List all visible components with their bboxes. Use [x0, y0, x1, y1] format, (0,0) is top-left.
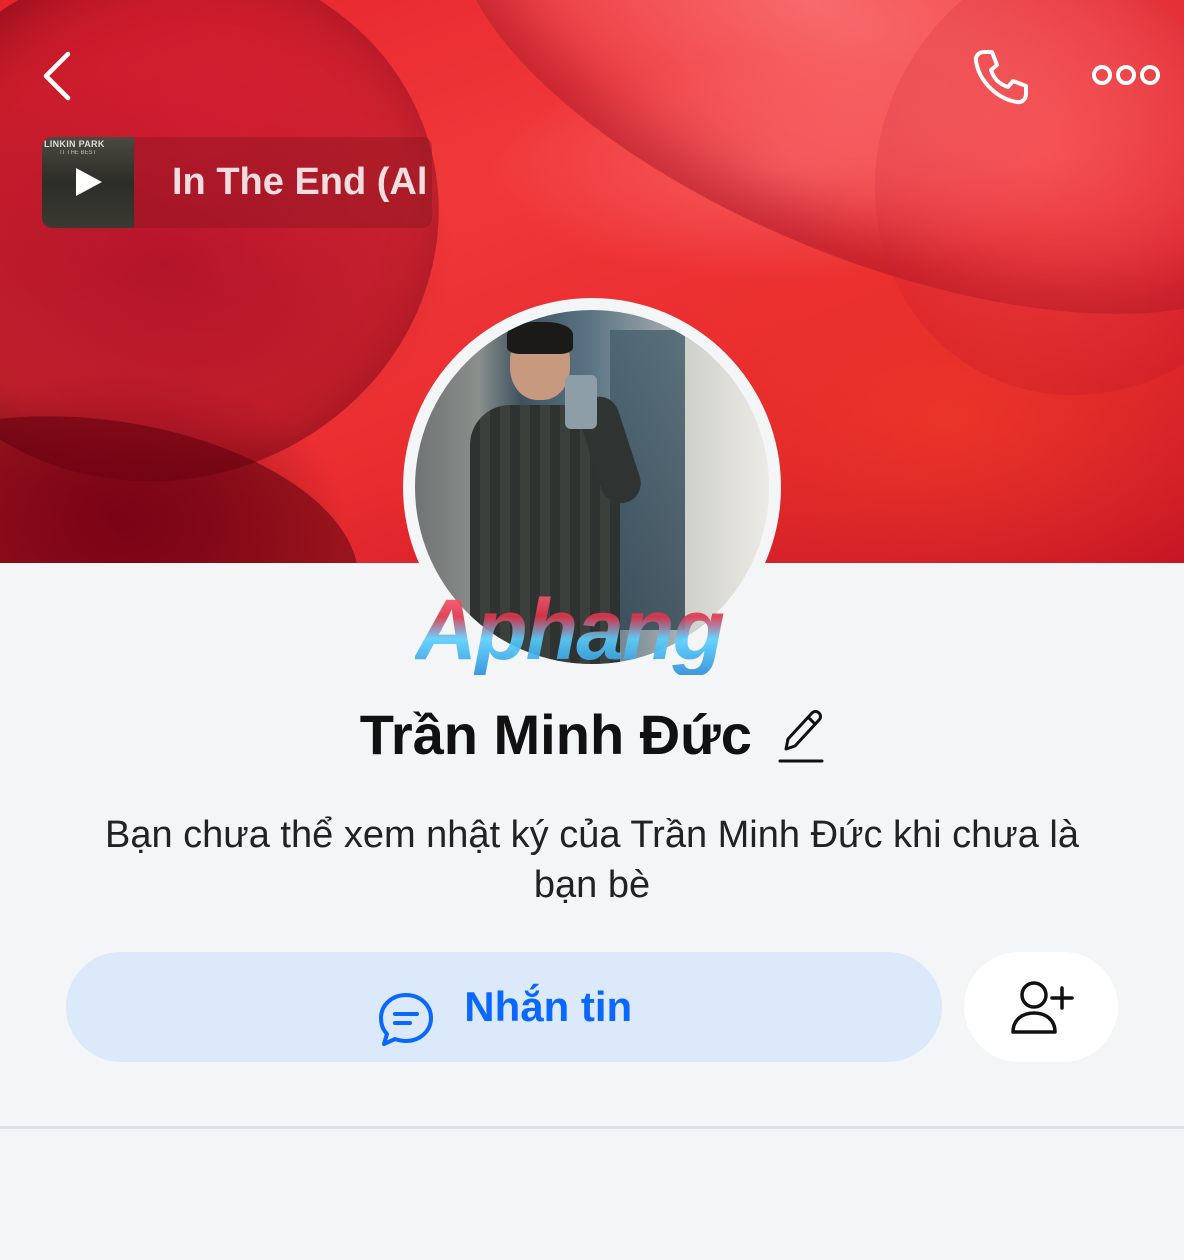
message-button[interactable]: Nhắn tin [66, 952, 942, 1062]
chevron-left-icon [43, 51, 71, 101]
profile-music[interactable]: LINKIN PARK IT THE BEST In The End (Al [42, 137, 432, 228]
avatar-person-hair [507, 322, 573, 354]
back-button[interactable] [38, 50, 78, 102]
play-icon[interactable] [72, 166, 104, 198]
edit-name-button[interactable] [776, 705, 824, 765]
more-options-button[interactable] [1090, 58, 1162, 92]
chat-bubble-icon [378, 992, 433, 1046]
privacy-notice: Bạn chưa thể xem nhật ký của Trần Minh Đ… [105, 814, 1079, 906]
song-title: In The End (Al [172, 161, 428, 203]
phone-icon [973, 50, 1028, 105]
pencil-icon [778, 710, 824, 763]
empty-content-area [0, 1129, 1184, 1260]
album-art: LINKIN PARK IT THE BEST [42, 137, 134, 228]
profile-name: Trần Minh Đức [359, 703, 752, 766]
call-button[interactable] [970, 46, 1032, 108]
message-button-content: Nhắn tin [66, 952, 942, 1062]
watermark-logo: Aphang [415, 585, 775, 675]
album-title: LINKIN PARK [44, 139, 105, 149]
avatar-phone [565, 375, 597, 429]
add-friend-button[interactable] [964, 952, 1118, 1062]
message-button-label: Nhắn tin [464, 983, 633, 1030]
more-horizontal-icon [1092, 65, 1160, 85]
album-subtitle: IT THE BEST [60, 150, 97, 156]
add-user-icon [1011, 981, 1074, 1034]
profile-name-row: Trần Minh Đức [0, 700, 1184, 780]
